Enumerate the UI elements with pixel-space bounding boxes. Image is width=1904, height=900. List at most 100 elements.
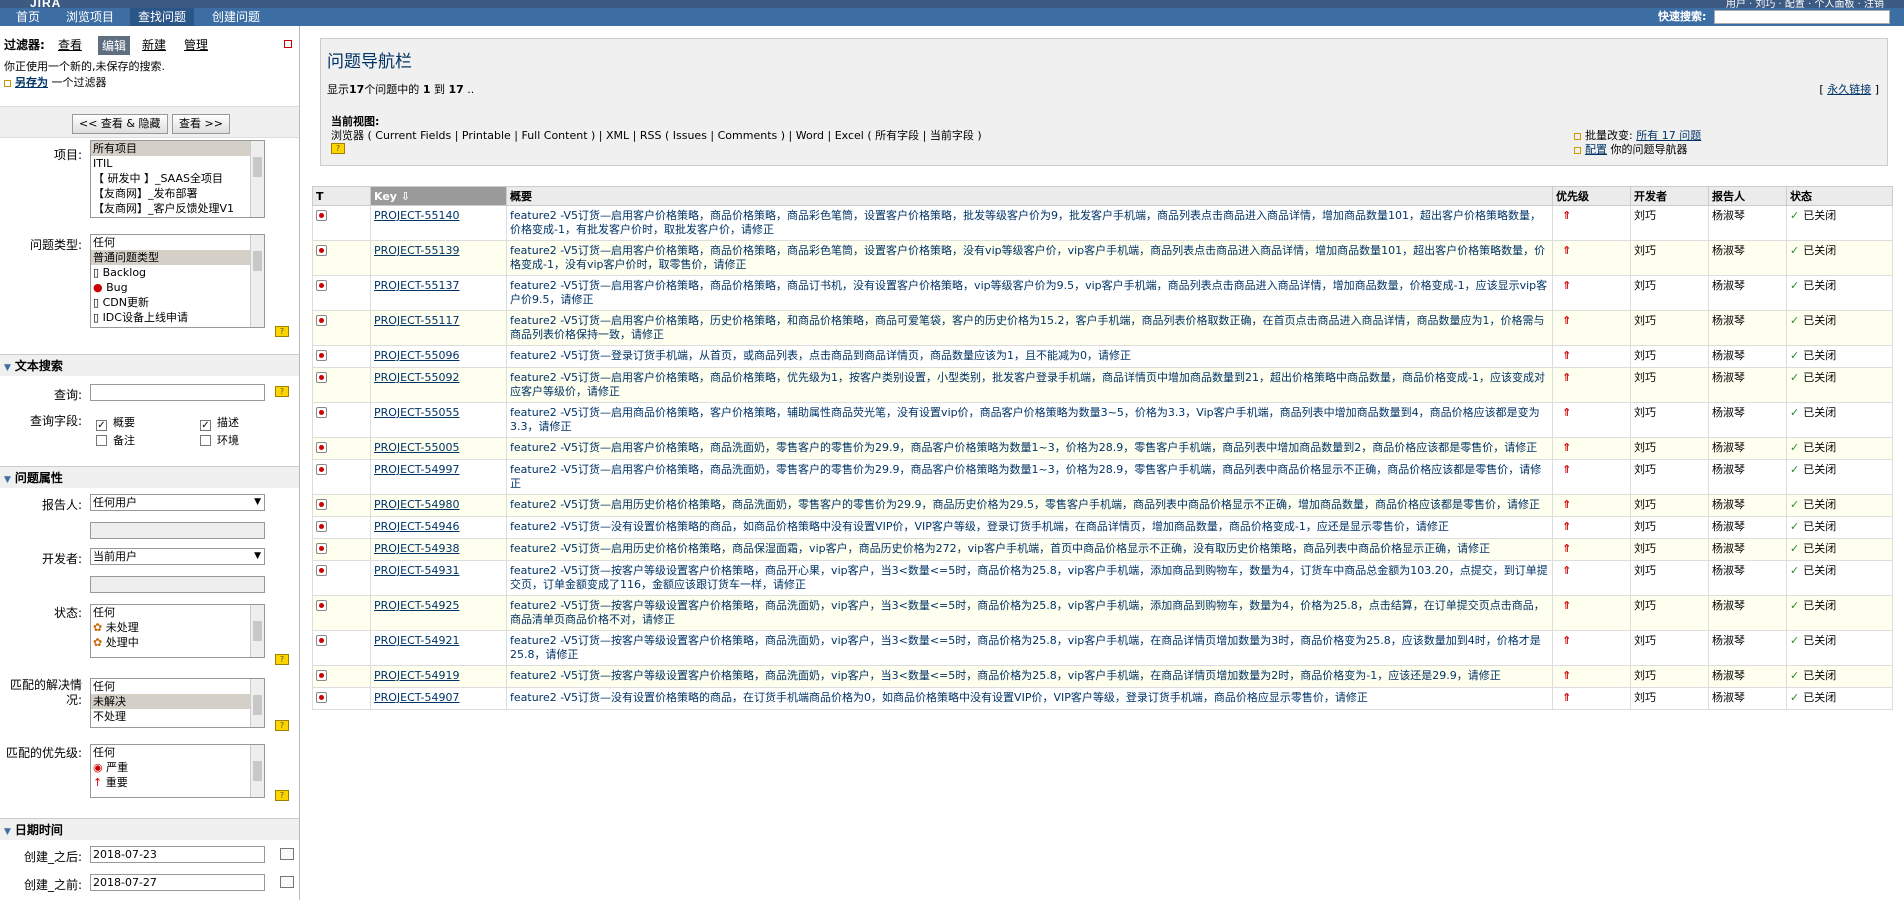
issue-key-link[interactable]: PROJECT-54907 (374, 691, 459, 704)
summary-cell[interactable]: feature2 -V5订货—启用客户价格策略，商品洗面奶，零售客户的零售价为2… (506, 459, 1553, 495)
bug-icon[interactable] (316, 543, 327, 554)
column-header-status[interactable]: 状态 (1786, 186, 1893, 206)
list-item[interactable]: ✿ 未处理 (91, 620, 264, 635)
issue-key-link[interactable]: PROJECT-55005 (374, 441, 459, 454)
issue-key-link[interactable]: PROJECT-55096 (374, 349, 459, 362)
status-listbox[interactable]: 任何 ✿ 未处理 ✿ 处理中 (90, 604, 265, 658)
issue-key-link[interactable]: PROJECT-55140 (374, 209, 459, 222)
summary-cell[interactable]: feature2 -V5订货—启用客户价格策略，历史价格策略，和商品价格策略，商… (506, 310, 1553, 346)
close-icon[interactable] (284, 40, 292, 48)
filter-tab-view[interactable]: 查看 (58, 36, 82, 53)
list-item[interactable]: 【 研发中 】_SAAS全项目 (91, 171, 264, 186)
nav-create-issue[interactable]: 创建问题 (204, 8, 268, 26)
summary-cell[interactable]: feature2 -V5订货—启用历史价格价格策略，商品洗面奶，零售客户的零售价… (506, 494, 1553, 517)
list-item[interactable]: 普通问题类型 (91, 250, 264, 265)
issue-key-link[interactable]: PROJECT-54919 (374, 669, 459, 682)
bug-icon[interactable] (316, 499, 327, 510)
help-icon[interactable]: ? (275, 386, 289, 397)
list-item[interactable]: 不处理 (91, 709, 264, 724)
issue-key-link[interactable]: PROJECT-55055 (374, 406, 459, 419)
list-item[interactable]: ✿ 处理中 (91, 635, 264, 650)
issue-key-link[interactable]: PROJECT-55092 (374, 371, 459, 384)
filter-tab-edit[interactable]: 编辑 (98, 36, 131, 55)
created-before-input[interactable]: 2018-07-27 (90, 874, 265, 891)
issue-key-link[interactable]: PROJECT-54925 (374, 599, 459, 612)
bug-icon[interactable] (316, 670, 327, 681)
nav-home[interactable]: 首页 (8, 8, 48, 26)
view-button[interactable]: 查看 >> (172, 114, 230, 134)
view-and-hide-button[interactable]: << 查看 & 隐藏 (72, 114, 168, 134)
description-checkbox[interactable]: ✓ 描述 (200, 414, 239, 431)
nav-browse-project[interactable]: 浏览项目 (58, 8, 122, 26)
bug-icon[interactable] (316, 245, 327, 256)
help-icon[interactable]: ? (275, 790, 289, 801)
issue-key-link[interactable]: PROJECT-54938 (374, 542, 459, 555)
list-item[interactable]: 未解决 (91, 694, 264, 709)
bug-icon[interactable] (316, 407, 327, 418)
list-item[interactable]: ITIL (91, 156, 264, 171)
scrollbar[interactable] (250, 745, 264, 797)
summary-cell[interactable]: feature2 -V5订货—启用客户价格策略，商品价格策略，商品彩色笔筒，设置… (506, 205, 1553, 241)
environment-checkbox[interactable]: 环境 (200, 432, 239, 448)
reporter-select[interactable]: 任何用户 (90, 494, 265, 511)
bug-icon[interactable] (316, 464, 327, 475)
column-header-reporter[interactable]: 报告人 (1708, 186, 1787, 206)
summary-checkbox[interactable]: ✓ 概要 (96, 414, 135, 431)
list-item[interactable]: ▯ CDN更新 (91, 295, 264, 310)
bug-icon[interactable] (316, 692, 327, 703)
assignee-select[interactable]: 当前用户 (90, 548, 265, 565)
scrollbar[interactable] (250, 605, 264, 657)
summary-cell[interactable]: feature2 -V5订货—没有设置价格策略的商品，如商品价格策略中没有设置V… (506, 516, 1553, 539)
list-item[interactable]: ◉ 严重 (91, 760, 264, 775)
created-after-input[interactable]: 2018-07-23 (90, 846, 265, 863)
list-item[interactable]: 任何 (91, 605, 264, 620)
list-item[interactable]: 【友商网】_客户反馈处理V1 (91, 201, 264, 216)
project-listbox[interactable]: 所有项目 ITIL 【 研发中 】_SAAS全项目 【友商网】_发布部署 【友商… (90, 140, 265, 218)
quick-search-input[interactable] (1714, 10, 1890, 24)
list-item[interactable]: 所有项目 (91, 141, 264, 156)
scrollbar[interactable] (250, 235, 264, 327)
permalink[interactable]: [ 永久链接 ] (1819, 81, 1879, 97)
priority-listbox[interactable]: 任何 ◉ 严重 ↑ 重要 (90, 744, 265, 798)
summary-cell[interactable]: feature2 -V5订货—按客户等级设置客户价格策略，商品洗面奶，vip客户… (506, 665, 1553, 688)
bug-icon[interactable] (316, 350, 327, 361)
issue-key-link[interactable]: PROJECT-54946 (374, 520, 459, 533)
calendar-icon[interactable] (280, 848, 294, 860)
help-icon[interactable]: ? (275, 654, 289, 665)
list-item[interactable]: 任何 (91, 235, 264, 250)
list-item[interactable]: 任何 (91, 679, 264, 694)
bug-icon[interactable] (316, 315, 327, 326)
issue-key-link[interactable]: PROJECT-54980 (374, 498, 459, 511)
configure-link[interactable]: 配置 (1585, 143, 1607, 156)
text-search-header[interactable]: ▼ 文本搜索 (0, 354, 299, 376)
filter-tab-new[interactable]: 新建 (142, 36, 166, 53)
summary-cell[interactable]: feature2 -V5订货—启用客户价格策略，商品洗面奶，零售客户的零售价为2… (506, 437, 1553, 460)
summary-cell[interactable]: feature2 -V5订货—启用商品价格策略，客户价格策略，辅助属性商品荧光笔… (506, 402, 1553, 438)
bug-icon[interactable] (316, 565, 327, 576)
issue-key-link[interactable]: PROJECT-55139 (374, 244, 459, 257)
issue-key-link[interactable]: PROJECT-54997 (374, 463, 459, 476)
list-item[interactable]: ▯ IDC设备上线申请 (91, 310, 264, 325)
issue-key-link[interactable]: PROJECT-54931 (374, 564, 459, 577)
bug-icon[interactable] (316, 210, 327, 221)
column-header-type[interactable]: T (312, 186, 371, 206)
column-header-priority[interactable]: 优先级 (1552, 186, 1631, 206)
issue-key-link[interactable]: PROJECT-55137 (374, 279, 459, 292)
help-icon[interactable]: ? (275, 720, 289, 731)
help-icon[interactable]: ? (275, 326, 289, 337)
list-item[interactable]: ↑ 重要 (91, 775, 264, 790)
issue-type-listbox[interactable]: 任何 普通问题类型 ▯ Backlog ● Bug ▯ CDN更新 ▯ IDC设… (90, 234, 265, 328)
issue-key-link[interactable]: PROJECT-55117 (374, 314, 459, 327)
summary-cell[interactable]: feature2 -V5订货—启用历史价格价格策略，商品保湿面霜，vip客户，商… (506, 538, 1553, 561)
summary-cell[interactable]: feature2 -V5订货—没有设置价格策略的商品，在订货手机端商品价格为0，… (506, 687, 1553, 710)
issue-key-link[interactable]: PROJECT-54921 (374, 634, 459, 647)
assignee-user-input[interactable] (90, 576, 265, 593)
bug-icon[interactable] (316, 442, 327, 453)
list-item[interactable]: ▯ Backlog (91, 265, 264, 280)
summary-cell[interactable]: feature2 -V5订货—启用客户价格策略，商品价格策略，商品彩色笔筒，设置… (506, 240, 1553, 276)
summary-cell[interactable]: feature2 -V5订货—按客户等级设置客户价格策略，商品洗面奶，vip客户… (506, 630, 1553, 666)
help-icon[interactable]: ? (331, 143, 345, 154)
reporter-user-input[interactable] (90, 522, 265, 539)
list-item[interactable]: 【友商网】_发布部署 (91, 186, 264, 201)
column-header-assignee[interactable]: 开发者 (1630, 186, 1709, 206)
